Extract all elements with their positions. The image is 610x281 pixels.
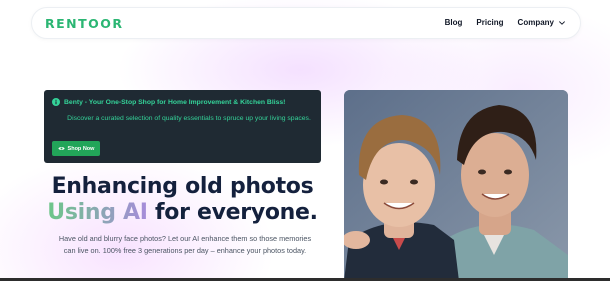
nav-link-pricing[interactable]: Pricing bbox=[476, 18, 503, 27]
hero-heading: Enhancing old photos Using AI for everyo… bbox=[44, 174, 321, 226]
hero-heading-line2: Using AI for everyone. bbox=[44, 200, 321, 226]
enhanced-portrait-image bbox=[344, 90, 568, 281]
hero-highlight: Using AI bbox=[47, 200, 148, 225]
hero-heading-line2-rest: for everyone. bbox=[147, 200, 318, 225]
eye-icon bbox=[57, 147, 65, 150]
hero-heading-line1: Enhancing old photos bbox=[51, 174, 314, 199]
banner-title: Benty - Your One-Stop Shop for Home Impr… bbox=[64, 98, 286, 106]
chevron-down-icon bbox=[559, 20, 565, 25]
hero-description: Have old and blurry face photos? Let our… bbox=[58, 234, 312, 255]
brand-logo[interactable]: RENTOOR bbox=[45, 16, 124, 31]
hero-photo bbox=[344, 90, 568, 281]
nav-link-blog[interactable]: Blog bbox=[445, 18, 463, 27]
nav-links: Blog Pricing Company bbox=[445, 18, 566, 27]
shop-now-button[interactable]: Shop Now bbox=[52, 141, 100, 156]
info-icon bbox=[52, 98, 60, 106]
nav-link-company-label: Company bbox=[517, 18, 554, 27]
shop-now-label: Shop Now bbox=[67, 145, 95, 152]
top-navbar: RENTOOR Blog Pricing Company bbox=[31, 7, 581, 39]
banner-description: Discover a curated selection of quality … bbox=[67, 115, 311, 122]
nav-dropdown-company[interactable]: Company bbox=[518, 18, 566, 27]
banner-header: Benty - Your One-Stop Shop for Home Impr… bbox=[52, 98, 285, 106]
